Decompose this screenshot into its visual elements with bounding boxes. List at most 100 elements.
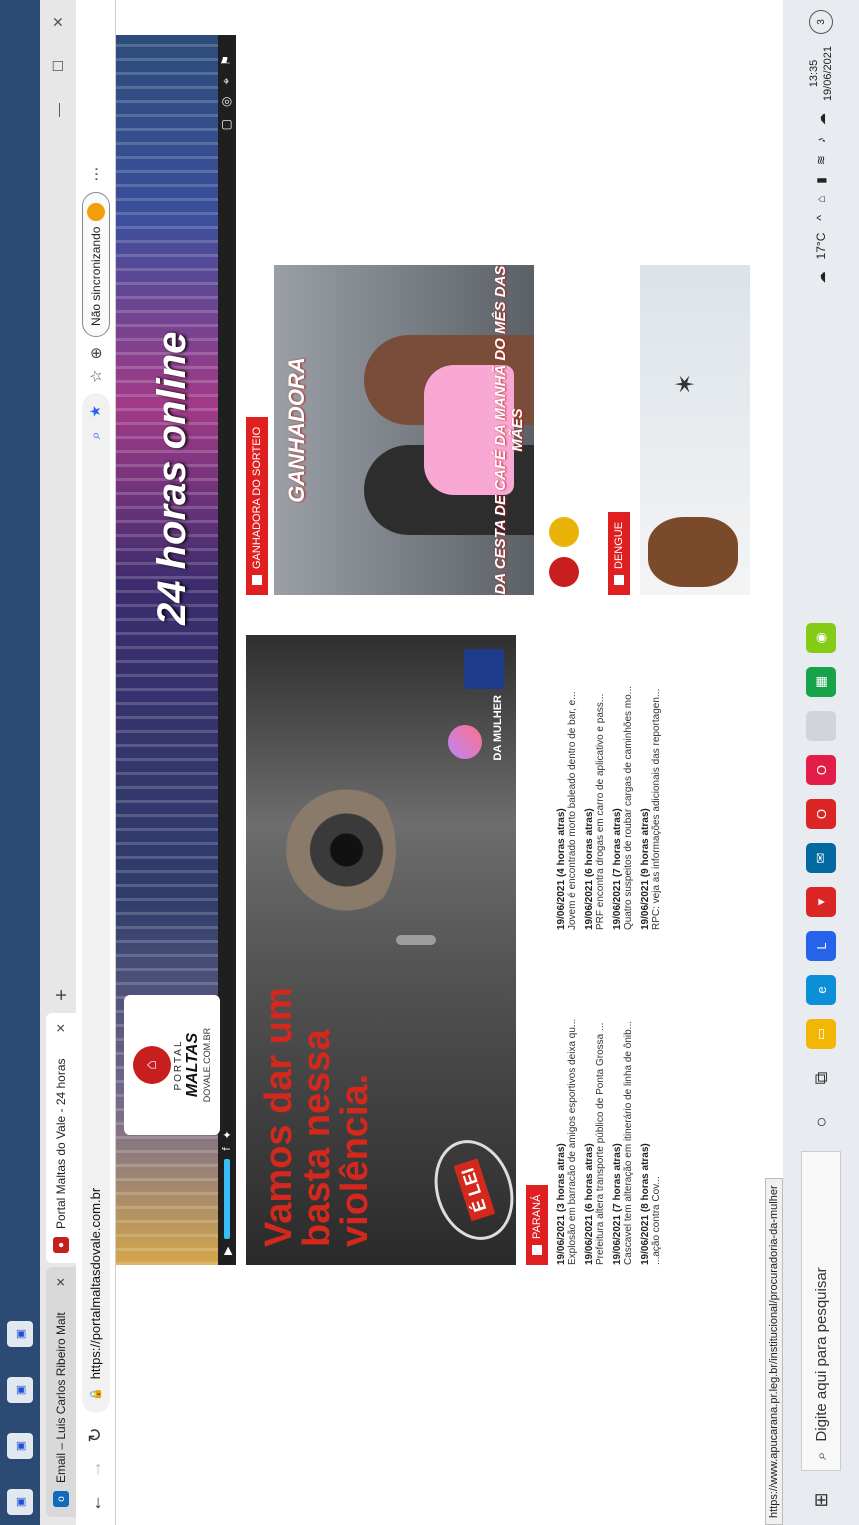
- section-icon: [252, 575, 262, 585]
- file-explorer-icon[interactable]: ▭: [806, 1019, 836, 1049]
- desktop-shortcut-icon[interactable]: ▣: [7, 1321, 33, 1347]
- section-parana[interactable]: PARANÁ: [526, 1184, 548, 1265]
- window-controls: — ☐ ✕: [40, 0, 76, 132]
- lock-icon[interactable]: 🔒: [89, 1387, 102, 1401]
- address-bar: ← → ↻ 🔒 https://portalmaltasdovale.com.b…: [76, 0, 116, 1525]
- screen: ▣ ▣ ▣ ▣ o Email – Luis Carlos Ribeiro Ma…: [0, 0, 859, 1525]
- header-icons: ▢ ◎ ⌖ ⚑: [219, 55, 234, 130]
- close-icon[interactable]: ✕: [54, 1023, 68, 1033]
- notification-icon[interactable]: 3: [809, 10, 833, 34]
- new-tab-button[interactable]: +: [48, 981, 76, 1009]
- record-icon[interactable]: ◎: [219, 97, 234, 107]
- temperature[interactable]: 17°C: [814, 233, 828, 260]
- promo-subtitle: DA CESTA DE CAFÉ DA MANHÃ DO MÊS DAS MÃE…: [492, 265, 526, 595]
- app-green-icon[interactable]: ◉: [806, 623, 836, 653]
- desktop-shortcut-icon[interactable]: ▣: [7, 1433, 33, 1459]
- url-field[interactable]: 🔒 https://portalmaltasdovale.com.br ⌕ ★: [81, 393, 110, 1413]
- logo-emblem-icon: ⌂: [132, 1046, 171, 1084]
- taskbar: ⊞ ⌕ Digite aqui para pesquisar ○ ⧉ ▭ e L…: [783, 0, 859, 1525]
- site-header: ⌂ PORTAL MALTAS DOVALE.COM.BR 24 horas o…: [116, 35, 236, 1265]
- news-item[interactable]: 19/06/2021 (3 horas atras) Explosão em ba…: [556, 960, 578, 1265]
- onedrive-icon[interactable]: ☁: [814, 113, 828, 125]
- sidebar-column: GANHADORA DO SORTEIO GANHADORA DA CESTA …: [246, 265, 750, 595]
- news-item[interactable]: 19/06/2021 (7 horas atras) Cascavel tem a…: [612, 960, 634, 1265]
- location-icon[interactable]: ⌖: [219, 78, 234, 85]
- app-l-icon[interactable]: L: [806, 931, 836, 961]
- office-icon[interactable]: O: [806, 799, 836, 829]
- tab-portal[interactable]: ● Portal Maltas do Vale - 24 horas ✕: [46, 1013, 76, 1263]
- news-item[interactable]: 19/06/2021 (8 horas atras) ...ação contra…: [640, 960, 662, 1265]
- news-item[interactable]: 19/06/2021 (9 horas atras) RPC: veja as i…: [640, 625, 662, 930]
- video-icon[interactable]: ▢: [219, 119, 234, 130]
- volume-bar[interactable]: [224, 1158, 230, 1239]
- volume-icon[interactable]: ♪: [814, 137, 828, 143]
- tab-label: Email – Luis Carlos Ribeiro Malt: [54, 1312, 68, 1483]
- promo-title: GANHADORA: [284, 357, 309, 503]
- app-store-icon[interactable]: ▾: [806, 887, 836, 917]
- site-logo[interactable]: ⌂ PORTAL MALTAS DOVALE.COM.BR: [124, 995, 220, 1135]
- news-item[interactable]: 19/06/2021 (7 horas atras) Quatro suspeit…: [612, 625, 634, 930]
- opera-icon[interactable]: O: [806, 755, 836, 785]
- portal-logo-icon: [549, 557, 579, 587]
- close-window-icon[interactable]: ✕: [50, 0, 67, 44]
- news-item[interactable]: 19/06/2021 (4 horas atras) Jovem é encont…: [556, 625, 578, 931]
- promo-logos: [534, 265, 594, 595]
- battery-icon[interactable]: ▮: [814, 177, 828, 184]
- mosquito-icon: ✶: [670, 373, 700, 395]
- notepad-icon[interactable]: [806, 711, 836, 741]
- campaign-logo-icon: [448, 725, 482, 759]
- promo-image[interactable]: GANHADORA DA CESTA DE CAFÉ DA MANHÃ DO M…: [274, 265, 534, 595]
- forward-icon[interactable]: →: [85, 1457, 106, 1481]
- sync-label: Não sincronizando: [88, 226, 103, 326]
- search-icon: ⌕: [812, 1451, 830, 1460]
- task-view-icon[interactable]: ⧉: [811, 1063, 832, 1093]
- refresh-icon[interactable]: ↻: [85, 1423, 106, 1447]
- header-social: ▶ f ✦: [218, 1130, 236, 1255]
- news-item[interactable]: 19/06/2021 (6 horas atras) PRF encontra d…: [584, 625, 606, 930]
- tab-email[interactable]: o Email – Luis Carlos Ribeiro Malt ✕: [46, 1267, 76, 1517]
- twitter-icon[interactable]: ✦: [221, 1130, 234, 1139]
- facebook-icon[interactable]: f: [221, 1147, 233, 1150]
- section-ganhadora[interactable]: GANHADORA DO SORTEIO: [246, 416, 268, 595]
- edge-icon[interactable]: e: [806, 975, 836, 1005]
- desktop-shortcut-icon[interactable]: ▣: [7, 1489, 33, 1515]
- close-icon[interactable]: ✕: [54, 1277, 68, 1287]
- network-icon[interactable]: ⌂: [814, 196, 828, 203]
- banner-brand: DA MULHER: [492, 695, 504, 761]
- cortana-icon[interactable]: ○: [811, 1107, 832, 1137]
- more-menu-icon[interactable]: ⋯: [87, 167, 105, 182]
- sponsor-logo-icon: [549, 517, 579, 547]
- zoom-icon[interactable]: ⌕: [87, 432, 104, 440]
- play-icon[interactable]: ▶: [221, 1247, 234, 1255]
- favorites-icon[interactable]: ☆: [87, 370, 105, 383]
- dengue-image[interactable]: ✶: [640, 265, 750, 595]
- section-icon: [614, 575, 624, 585]
- flag-icon[interactable]: ⚑: [219, 55, 234, 66]
- maximize-icon[interactable]: ☐: [50, 44, 67, 88]
- chevron-up-icon[interactable]: ^: [814, 215, 828, 221]
- desktop-shortcut-icon[interactable]: ▣: [7, 1377, 33, 1403]
- wifi-icon[interactable]: ≋: [814, 155, 828, 165]
- news-item[interactable]: 19/06/2021 (6 horas atras) Prefeitura alt…: [584, 960, 606, 1265]
- favorite-star-icon[interactable]: ★: [87, 405, 104, 418]
- collections-icon[interactable]: ⊕: [87, 347, 105, 360]
- section-icon: [532, 1245, 542, 1255]
- back-icon[interactable]: ←: [85, 1491, 106, 1515]
- law-stamp: É LEI: [422, 1129, 516, 1251]
- eye-image: [286, 775, 396, 925]
- search-placeholder: Digite aqui para pesquisar: [812, 1267, 830, 1442]
- url-text: https://portalmaltasdovale.com.br: [88, 1187, 103, 1380]
- web-page: ⌂ PORTAL MALTAS DOVALE.COM.BR 24 horas o…: [116, 0, 783, 1525]
- ad-banner[interactable]: Vamos dar um basta nessa violência. É LE…: [246, 635, 516, 1265]
- mail-icon[interactable]: ✉: [806, 843, 836, 873]
- sync-button[interactable]: Não sincronizando: [81, 191, 110, 337]
- windows-start-icon[interactable]: ⊞: [811, 1485, 832, 1515]
- clock[interactable]: 13:35 19/06/2021: [807, 46, 835, 101]
- status-url: https://www.apucarana.pr.leg.br/instituc…: [765, 1178, 783, 1525]
- taskbar-search[interactable]: ⌕ Digite aqui para pesquisar: [801, 1151, 841, 1471]
- tab-bar: o Email – Luis Carlos Ribeiro Malt ✕ ● P…: [40, 0, 76, 1525]
- weather-icon[interactable]: ☁: [814, 271, 828, 283]
- section-dengue[interactable]: DENGUE: [608, 511, 630, 595]
- calculator-icon[interactable]: ▦: [806, 667, 836, 697]
- minimize-icon[interactable]: —: [50, 88, 66, 132]
